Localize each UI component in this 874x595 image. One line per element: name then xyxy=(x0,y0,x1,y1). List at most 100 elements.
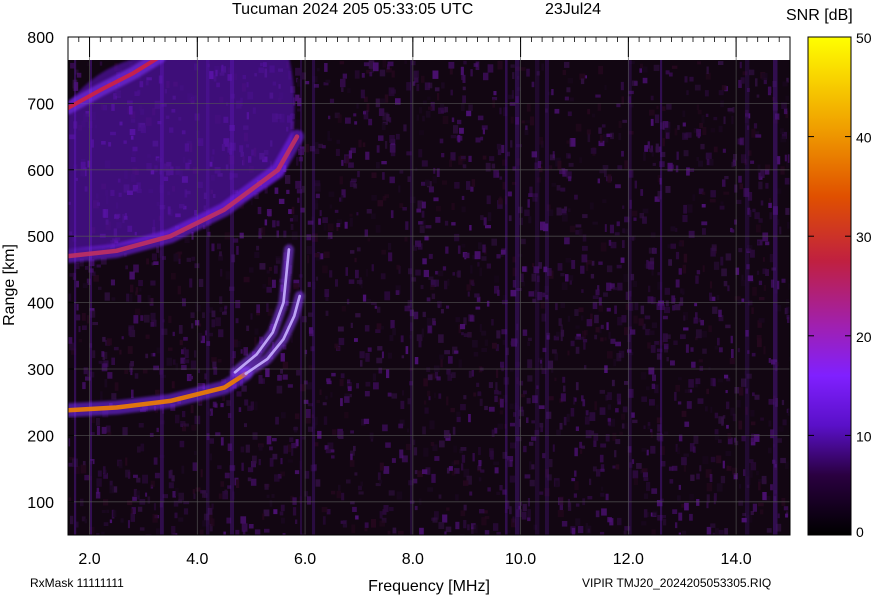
noise-cell xyxy=(365,151,370,160)
noise-cell xyxy=(360,360,363,367)
noise-cell xyxy=(643,425,646,430)
noise-cell xyxy=(347,88,351,94)
noise-cell xyxy=(413,245,418,251)
noise-cell xyxy=(634,302,639,311)
noise-cell xyxy=(387,64,390,70)
noise-cell xyxy=(539,491,544,495)
noise-cell xyxy=(416,334,423,342)
noise-cell xyxy=(386,369,390,379)
noise-cell xyxy=(99,61,103,66)
noise-cell xyxy=(557,160,562,170)
noise-cell xyxy=(347,386,352,392)
noise-cell xyxy=(194,350,197,358)
noise-cell xyxy=(447,356,453,364)
noise-cell xyxy=(581,315,584,321)
noise-cell xyxy=(98,286,102,290)
noise-cell xyxy=(696,104,699,111)
noise-cell xyxy=(648,148,654,152)
noise-cell xyxy=(145,353,149,359)
noise-cell xyxy=(302,316,307,323)
noise-cell xyxy=(754,394,760,400)
noise-cell xyxy=(454,233,460,242)
noise-cell xyxy=(751,352,756,357)
noise-cell xyxy=(250,200,253,206)
noise-cell xyxy=(330,490,336,495)
noise-cell xyxy=(593,433,599,441)
noise-cell xyxy=(323,251,330,258)
noise-cell xyxy=(339,176,343,185)
noise-cell xyxy=(702,330,707,338)
noise-cell xyxy=(598,261,603,265)
noise-cell xyxy=(604,224,607,232)
noise-cell xyxy=(696,499,700,506)
noise-cell xyxy=(662,138,665,147)
noise-cell xyxy=(404,236,408,242)
noise-cell xyxy=(604,337,607,341)
noise-cell xyxy=(192,462,198,471)
noise-cell xyxy=(497,149,502,156)
noise-cell xyxy=(133,474,138,478)
noise-cell xyxy=(365,381,371,387)
noise-cell xyxy=(725,324,731,329)
noise-cell xyxy=(529,461,532,471)
noise-cell xyxy=(340,398,343,407)
noise-cell xyxy=(443,430,450,439)
noise-cell xyxy=(438,107,444,114)
noise-cell xyxy=(689,494,694,503)
noise-cell xyxy=(706,483,713,492)
noise-cell xyxy=(578,228,583,237)
colorbar-label: SNR [dB] xyxy=(786,7,853,24)
noise-cell xyxy=(391,393,398,399)
noise-cell xyxy=(750,409,755,417)
noise-cell xyxy=(479,398,483,406)
noise-cell xyxy=(295,94,300,102)
noise-cell xyxy=(76,72,82,78)
noise-cell xyxy=(198,278,204,287)
x-tick-label: 2.0 xyxy=(78,551,100,568)
noise-cell xyxy=(582,399,586,407)
noise-cell xyxy=(427,390,431,397)
noise-cell xyxy=(556,185,561,191)
noise-cell xyxy=(714,346,719,350)
noise-cell xyxy=(585,430,592,439)
noise-cell xyxy=(130,513,135,522)
noise-cell xyxy=(431,473,436,483)
noise-cell xyxy=(632,470,639,479)
interference-column xyxy=(545,60,549,535)
noise-cell xyxy=(571,478,576,482)
noise-cell xyxy=(567,154,571,159)
noise-cell xyxy=(317,430,322,439)
noise-cell xyxy=(241,385,247,392)
noise-cell xyxy=(241,523,248,532)
noise-cell xyxy=(139,527,145,531)
noise-cell xyxy=(235,341,241,348)
noise-cell xyxy=(618,133,622,141)
noise-cell xyxy=(570,340,575,347)
noise-cell xyxy=(178,325,183,334)
noise-cell xyxy=(426,367,431,372)
noise-cell xyxy=(651,488,658,494)
noise-cell xyxy=(753,123,758,129)
noise-cell xyxy=(332,429,337,435)
noise-cell xyxy=(428,276,434,280)
noise-cell xyxy=(499,107,502,115)
noise-cell xyxy=(324,289,330,297)
noise-cell xyxy=(422,219,426,226)
noise-cell xyxy=(280,353,285,362)
noise-cell xyxy=(781,399,785,406)
noise-cell xyxy=(213,366,218,375)
noise-cell xyxy=(718,416,724,424)
noise-cell xyxy=(380,273,386,280)
noise-cell xyxy=(416,83,420,92)
noise-cell xyxy=(613,358,616,367)
noise-cell xyxy=(714,412,719,419)
noise-cell xyxy=(779,128,784,134)
noise-cell xyxy=(612,465,616,469)
noise-cell xyxy=(499,398,504,408)
noise-cell xyxy=(200,469,203,478)
noise-cell xyxy=(554,352,558,361)
noise-cell xyxy=(133,264,139,273)
noise-cell xyxy=(181,465,185,474)
noise-cell xyxy=(523,445,527,453)
noise-cell xyxy=(633,315,638,324)
